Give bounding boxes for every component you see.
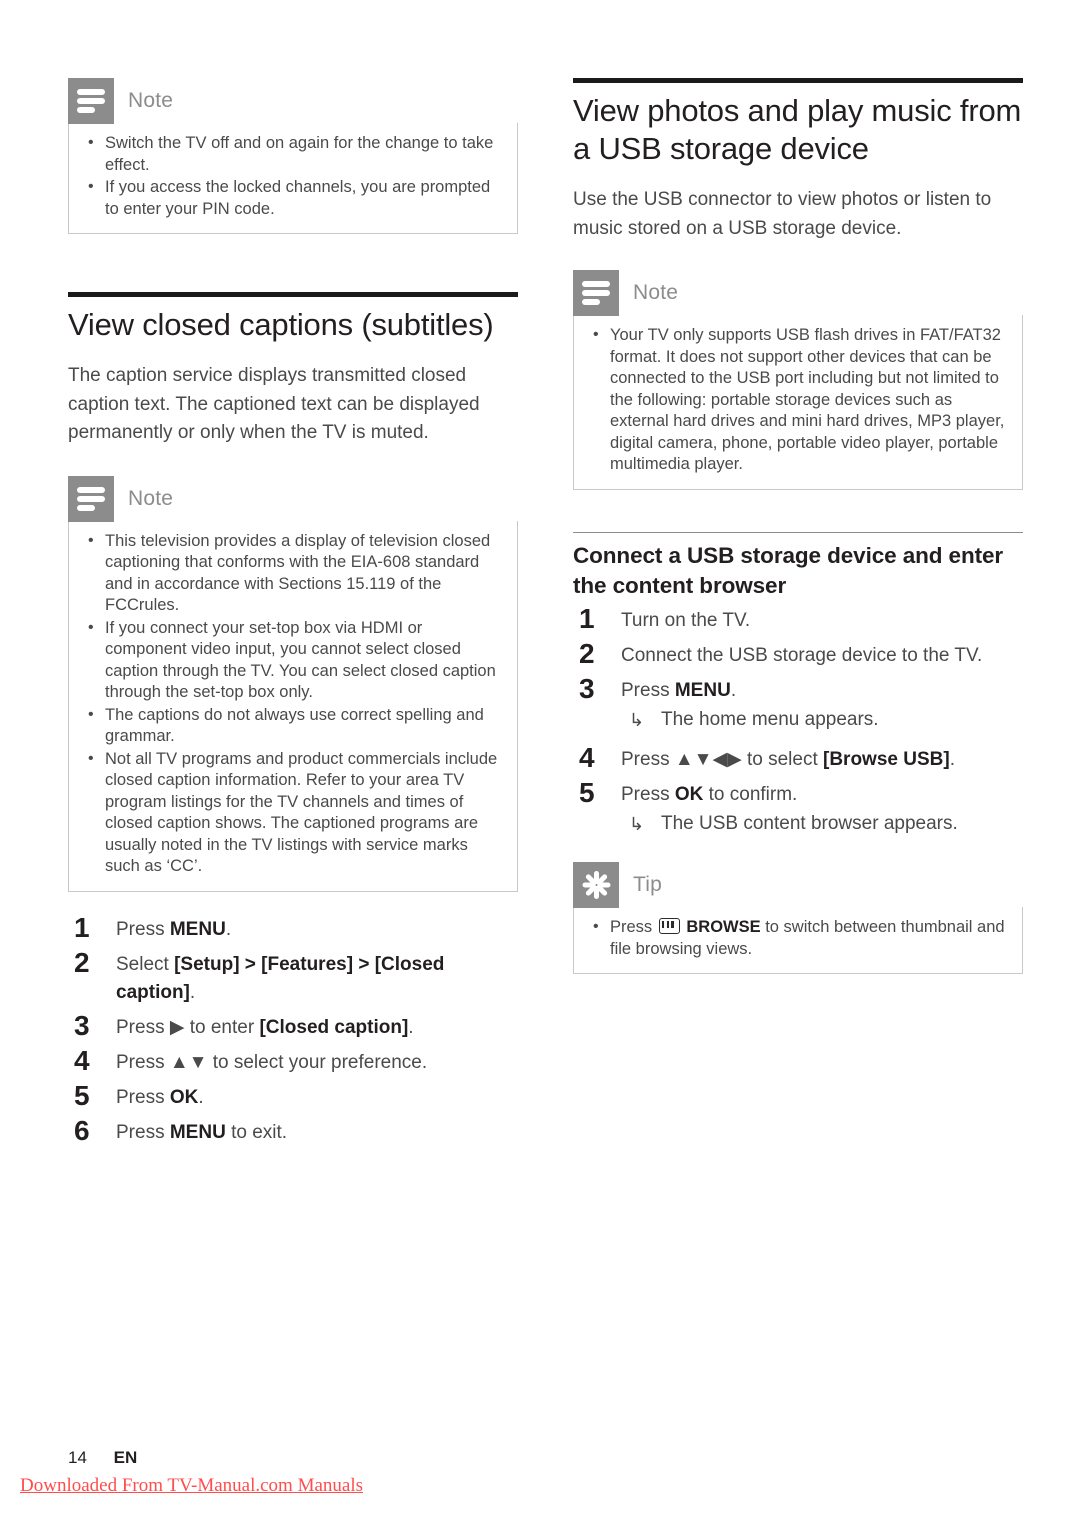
note-callout-usb-body: Your TV only supports USB flash drives i… xyxy=(573,315,1023,490)
step-text-after: to confirm. xyxy=(703,784,798,805)
watermark-link[interactable]: Downloaded From TV-Manual.com Manuals xyxy=(20,1475,363,1497)
step-text-after: . xyxy=(189,981,196,1003)
step-text-before: Press ▶ to enter xyxy=(116,1016,260,1038)
step-result: The USB content browser appears. xyxy=(621,810,1023,838)
step-text-after: . xyxy=(730,680,737,701)
step-result: The home menu appears. xyxy=(621,706,1023,734)
step-text-before: Press xyxy=(116,918,170,940)
connect-usb-steps: Turn on the TV. Connect the USB storage … xyxy=(573,602,1023,838)
note-lines-icon xyxy=(573,270,619,316)
step-item: Select [Setup] > [Features] > [Closed ca… xyxy=(68,946,518,1007)
step-text-before: Press xyxy=(116,1121,170,1143)
note-callout-usb-title: Note xyxy=(633,281,679,304)
note-callout-top-body: Switch the TV off and on again for the c… xyxy=(68,123,518,234)
section-intro: The caption service displays transmitted… xyxy=(68,365,480,443)
step-item: Press OK. xyxy=(68,1079,518,1113)
step-item: Press MENU. The home menu appears. xyxy=(573,672,1023,734)
step-item: Press ▲▼ to select your preference. xyxy=(68,1044,518,1078)
step-text-after: . xyxy=(408,1016,414,1038)
step-item: Press MENU to exit. xyxy=(68,1114,518,1148)
step-item: Turn on the TV. xyxy=(573,602,1023,636)
step-key: MENU xyxy=(169,1121,226,1143)
step-key: [Closed caption] xyxy=(259,1016,409,1038)
step-item: Press OK to confirm. The USB content bro… xyxy=(573,776,1023,838)
step-text-after: . xyxy=(198,1086,204,1108)
step-item: Connect the USB storage device to the TV… xyxy=(573,637,1023,671)
step-text-before: Connect the USB storage device to the TV… xyxy=(621,645,983,666)
step-text-after: . xyxy=(225,918,232,940)
section-title-usb: View photos and play music from a USB st… xyxy=(573,93,1022,166)
page-title: View closed captions (subtitles) xyxy=(68,307,494,342)
tip-callout: Tip Press BROWSE to switch between thumb… xyxy=(573,862,1023,974)
note-callout-top-header: Note xyxy=(68,78,518,124)
note-callout-usb-header: Note xyxy=(573,270,1023,316)
list-item: Your TV only supports USB flash drives i… xyxy=(588,324,1008,476)
subsection-title-connect: Connect a USB storage device and enter t… xyxy=(573,543,1004,598)
list-item: Press BROWSE to switch between thumbnail… xyxy=(588,916,1008,960)
step-text-before: Turn on the TV. xyxy=(621,610,751,631)
page-number: 14 xyxy=(68,1448,87,1467)
list-item: The captions do not always use correct s… xyxy=(83,704,503,748)
note-callout-captions: Note This television provides a display … xyxy=(68,475,518,892)
step-text-before: Press ▲▼◀▶ to select xyxy=(621,749,823,770)
step-text-before: Press ▲▼ to select your preference. xyxy=(116,1051,428,1073)
tip-callout-title: Tip xyxy=(633,873,662,896)
step-text-before: Press xyxy=(621,680,675,701)
step-text-before: Press xyxy=(116,1086,170,1108)
left-column: Note Switch the TV off and on again for … xyxy=(68,78,518,1154)
step-key: [Browse USB] xyxy=(823,749,950,770)
section-rule xyxy=(68,292,518,297)
list-item: Not all TV programs and product commerci… xyxy=(83,748,503,878)
step-item: Press ▲▼◀▶ to select [Browse USB]. xyxy=(573,741,1023,775)
list-item: If you access the locked channels, you a… xyxy=(83,176,503,220)
tip-callout-header: Tip xyxy=(573,862,1023,908)
step-text-before: Press xyxy=(621,784,675,805)
subsection-rule xyxy=(573,531,1023,533)
note-callout-top-title: Note xyxy=(128,89,174,112)
step-key: MENU xyxy=(674,680,731,701)
note-callout-captions-title: Note xyxy=(128,486,174,510)
manual-page: Note Switch the TV off and on again for … xyxy=(0,0,1080,1527)
step-key: OK xyxy=(169,1086,199,1108)
note-lines-icon xyxy=(68,475,114,522)
step-text-after: . xyxy=(949,749,955,770)
section-rule xyxy=(573,78,1023,83)
page-footer: 14 EN xyxy=(68,1448,137,1468)
note-lines-icon xyxy=(68,78,114,124)
browse-key-icon xyxy=(658,918,680,934)
step-key: MENU xyxy=(169,918,226,940)
list-item: This television provides a display of te… xyxy=(83,530,503,617)
list-item: Switch the TV off and on again for the c… xyxy=(83,132,503,176)
right-column: View photos and play music from a USB st… xyxy=(573,78,1023,974)
language-code: EN xyxy=(113,1448,138,1467)
closed-caption-steps: Press MENU. Select [Setup] > [Features] … xyxy=(68,911,518,1148)
tip-text-before: Press xyxy=(610,918,657,936)
note-callout-captions-header: Note xyxy=(68,475,518,522)
note-callout-captions-body: This television provides a display of te… xyxy=(68,520,518,892)
step-item: Press ▶ to enter [Closed caption]. xyxy=(68,1009,518,1043)
tip-callout-body: Press BROWSE to switch between thumbnail… xyxy=(573,907,1023,974)
list-item: If you connect your set-top box via HDMI… xyxy=(83,617,503,704)
step-item: Press MENU. xyxy=(68,911,518,945)
step-text-before: Select xyxy=(116,953,175,975)
note-callout-usb: Note Your TV only supports USB flash dri… xyxy=(573,270,1023,490)
step-text-after: to exit. xyxy=(225,1121,288,1143)
tip-key: BROWSE xyxy=(686,918,761,936)
step-key: OK xyxy=(674,784,704,805)
tip-asterisk-icon xyxy=(573,862,619,908)
note-callout-top: Note Switch the TV off and on again for … xyxy=(68,78,518,234)
section-intro-usb: Use the USB connector to view photos or … xyxy=(573,189,992,239)
